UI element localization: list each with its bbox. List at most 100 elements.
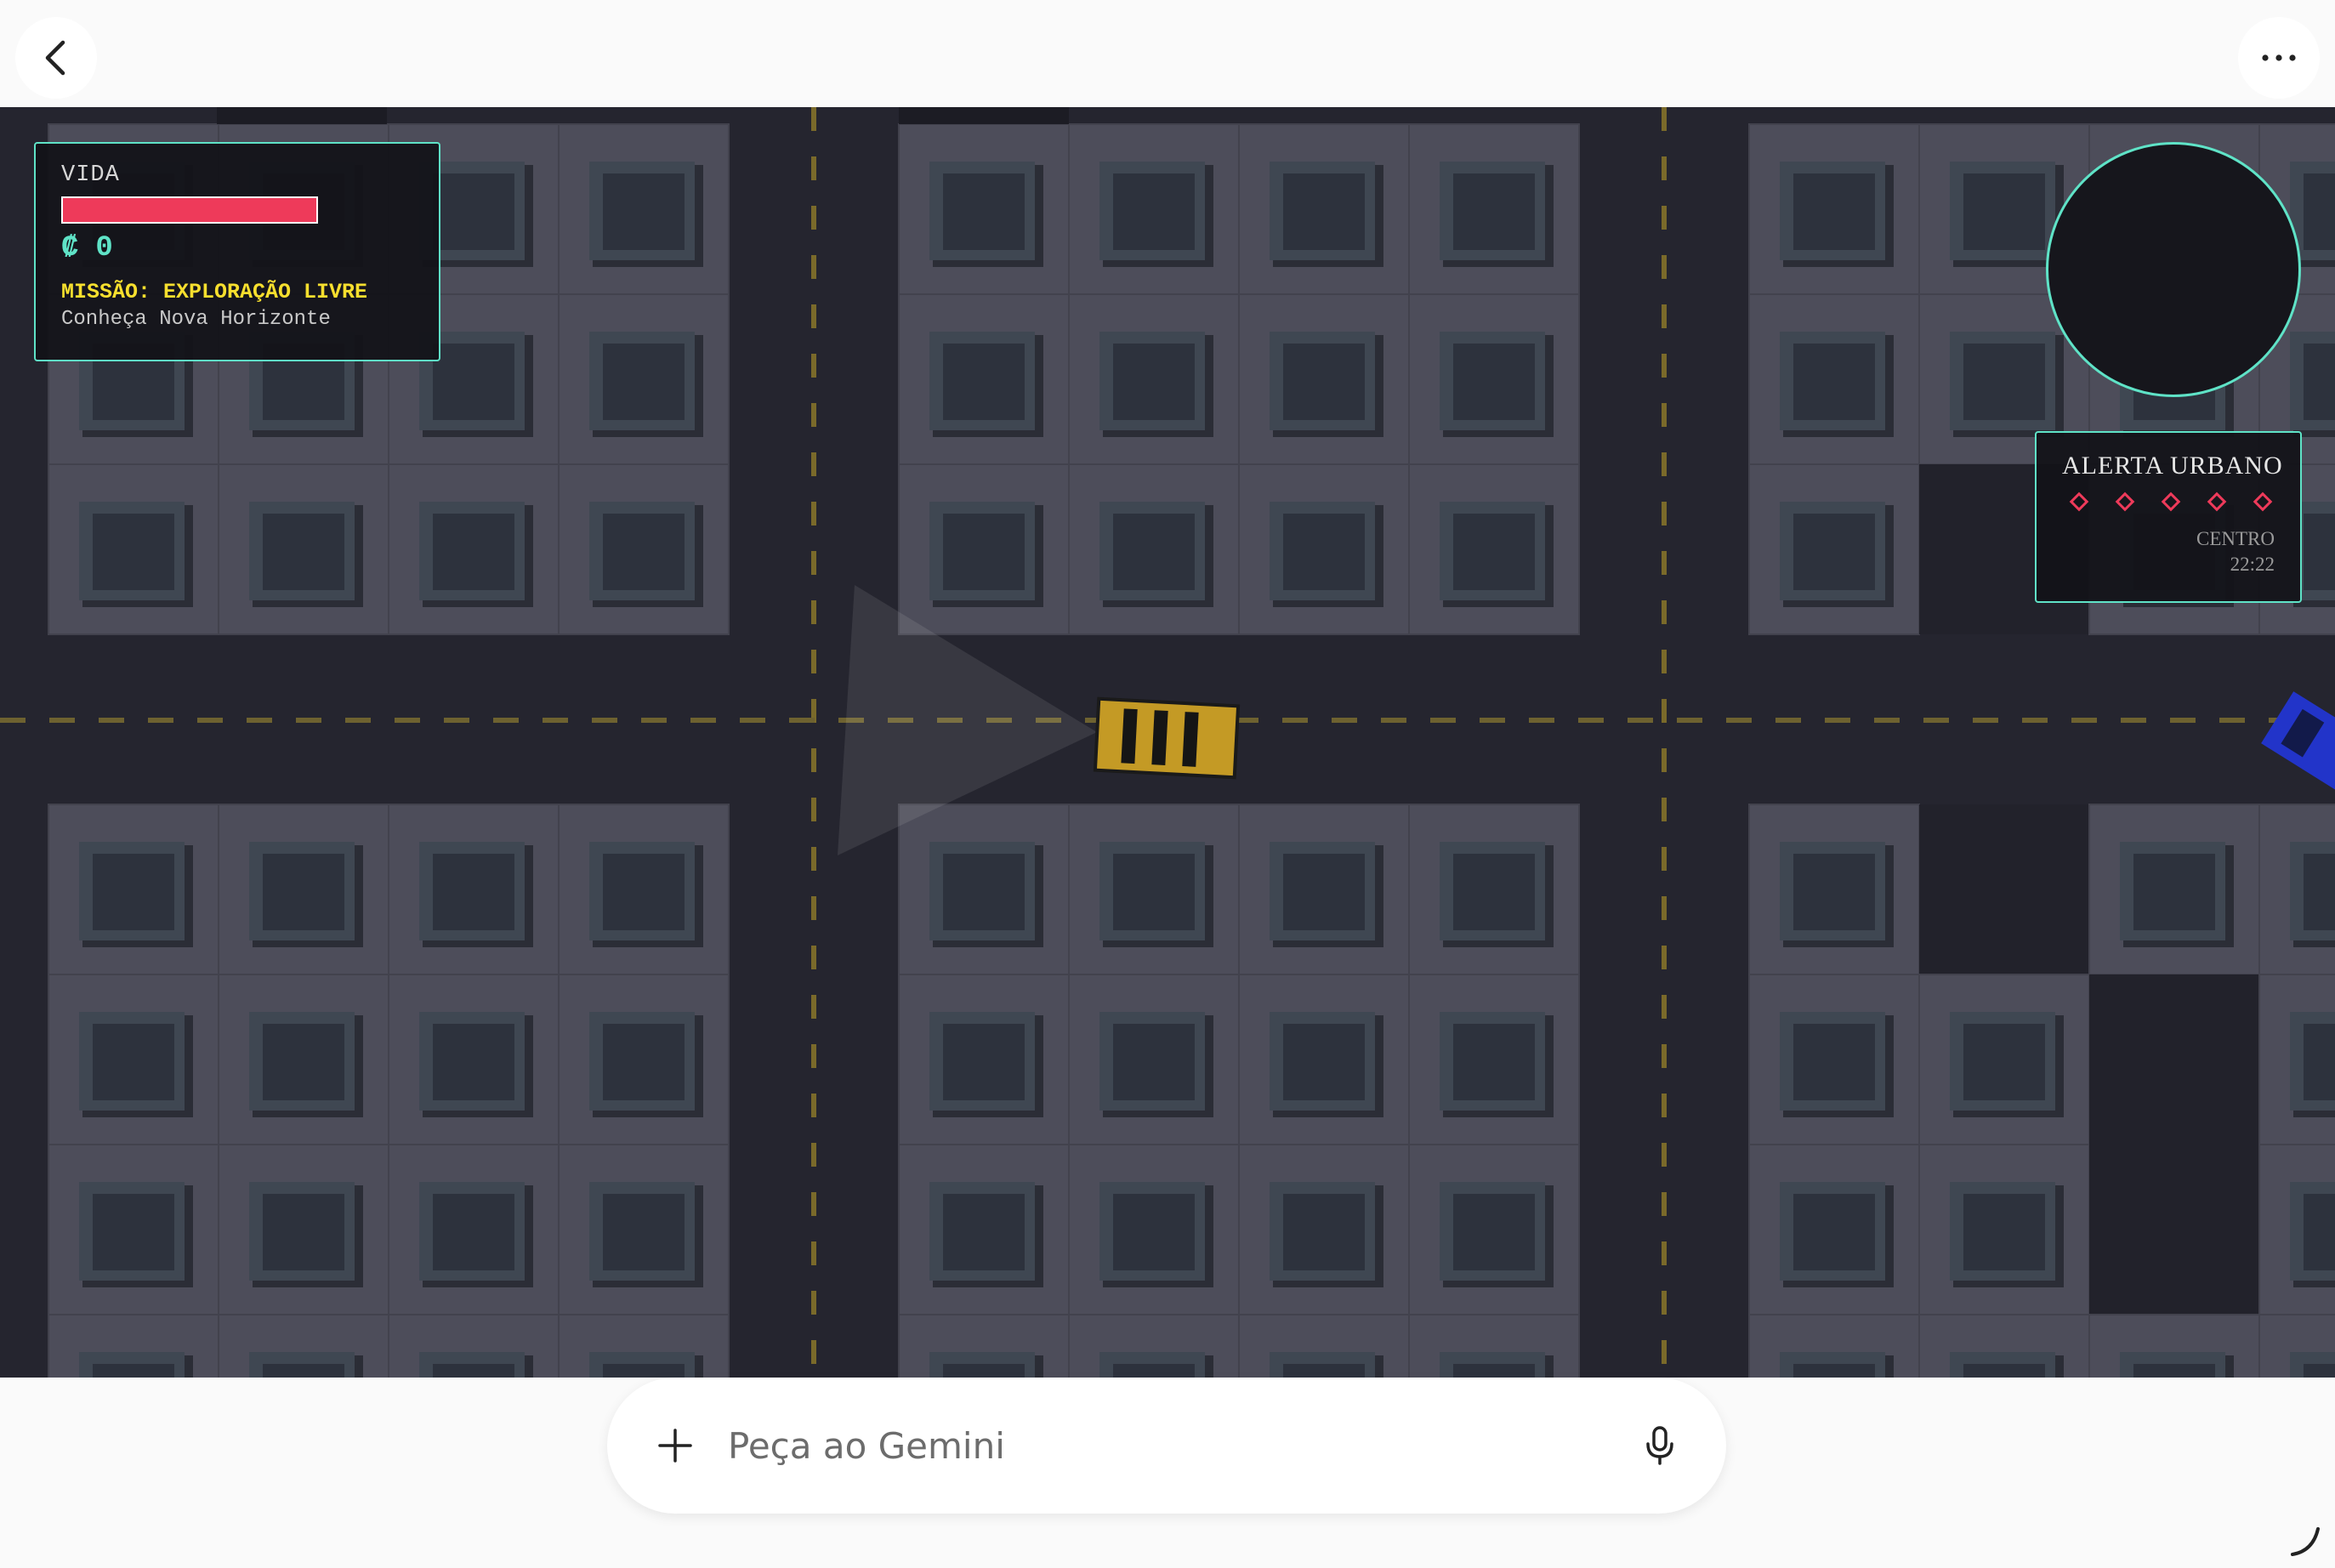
city-block [48, 1314, 219, 1378]
city-block [1748, 804, 1920, 975]
city-block [218, 1144, 389, 1315]
city-block [1408, 804, 1580, 975]
block-shadow [899, 107, 1069, 124]
city-block [218, 1314, 389, 1378]
city-block [2089, 1145, 2259, 1315]
city-block [1068, 123, 1240, 295]
city-block [1408, 1314, 1580, 1378]
city-block [558, 804, 730, 975]
city-block [388, 1314, 560, 1378]
life-bar-fill [63, 198, 316, 222]
wanted-star [2207, 491, 2227, 512]
top-bar [0, 0, 2335, 107]
more-horizontal-icon [2262, 54, 2296, 61]
wanted-star [2115, 491, 2135, 512]
city-block [2258, 1314, 2335, 1378]
city-block [1748, 1314, 1920, 1378]
city-block [2089, 974, 2259, 1145]
chevron-left-icon [45, 40, 65, 76]
city-block [558, 123, 730, 295]
city-block [898, 1144, 1070, 1315]
city-block [388, 463, 560, 635]
city-block [2258, 804, 2335, 975]
mission-title: MISSÃO: EXPLORAÇÃO LIVRE [61, 280, 368, 304]
city-block [1238, 123, 1410, 295]
city-block [1238, 463, 1410, 635]
city-block [218, 974, 389, 1145]
city-block [898, 804, 1070, 975]
city-block [1068, 974, 1240, 1145]
game-canvas[interactable]: VIDA ₡ 0 MISSÃO: EXPLORAÇÃO LIVRE Conheç… [0, 107, 2335, 1378]
city-block [48, 463, 219, 635]
plus-icon[interactable] [648, 1418, 702, 1473]
hud-panel: VIDA ₡ 0 MISSÃO: EXPLORAÇÃO LIVRE Conheç… [34, 142, 440, 361]
city-block [1408, 463, 1580, 635]
city-block [48, 974, 219, 1145]
city-block [1238, 1144, 1410, 1315]
block-shadow [217, 107, 387, 124]
money-value: 0 [95, 232, 113, 264]
alert-zone: CENTRO [2196, 528, 2275, 549]
city-block [1068, 1144, 1240, 1315]
city-block [2088, 1314, 2260, 1378]
city-block [898, 123, 1070, 295]
city-block [48, 1144, 219, 1315]
city-block [898, 1314, 1070, 1378]
city-block [1408, 974, 1580, 1145]
city-block [1748, 123, 1920, 295]
city-block [1238, 1314, 1410, 1378]
city-block [2088, 804, 2260, 975]
city-block [388, 974, 560, 1145]
city-block [1238, 804, 1410, 975]
life-bar [61, 196, 318, 224]
wanted-star [2161, 491, 2181, 512]
life-label: VIDA [61, 162, 120, 188]
city-block [1748, 974, 1920, 1145]
city-block [218, 463, 389, 635]
prompt-input[interactable] [728, 1413, 1578, 1478]
minimap [2046, 142, 2301, 397]
city-block [898, 293, 1070, 465]
city-block [388, 1144, 560, 1315]
city-block [558, 1314, 730, 1378]
city-block [1238, 974, 1410, 1145]
city-block [1408, 1144, 1580, 1315]
city-block [1748, 463, 1920, 635]
back-button[interactable] [15, 17, 97, 99]
currency-symbol: ₡ [61, 232, 79, 264]
city-block [898, 974, 1070, 1145]
city-block [1918, 1144, 2090, 1315]
more-options-button[interactable] [2238, 17, 2320, 99]
city-block [1068, 293, 1240, 465]
alert-title: ALERTA URBANO [2062, 452, 2283, 480]
city-block [558, 463, 730, 635]
city-block [48, 804, 219, 975]
city-block [1748, 293, 1920, 465]
city-block [2258, 1144, 2335, 1315]
wanted-stars [2062, 491, 2275, 513]
wanted-star [2069, 491, 2089, 512]
city-block [1068, 463, 1240, 635]
city-block [1068, 1314, 1240, 1378]
prompt-bar [607, 1378, 1726, 1514]
wanted-star [2253, 491, 2273, 512]
mic-icon[interactable] [1631, 1417, 1689, 1474]
city-block [558, 1144, 730, 1315]
taxi-car [1093, 696, 1241, 780]
money-counter: ₡ 0 [61, 232, 413, 264]
city-block [388, 804, 560, 975]
city-block [1918, 1314, 2090, 1378]
city-block [1748, 1144, 1920, 1315]
city-block [2258, 974, 2335, 1145]
loading-arc-icon [2291, 1527, 2320, 1556]
city-block [1238, 293, 1410, 465]
city-block [1919, 804, 2089, 974]
city-block [558, 293, 730, 465]
city-block [1918, 974, 2090, 1145]
city-block [1408, 123, 1580, 295]
alert-time: 22:22 [2230, 554, 2275, 575]
alert-panel: ALERTA URBANO CENTRO 22:22 [2035, 431, 2302, 603]
city-block [218, 804, 389, 975]
city-block [1408, 293, 1580, 465]
city-block [558, 974, 730, 1145]
